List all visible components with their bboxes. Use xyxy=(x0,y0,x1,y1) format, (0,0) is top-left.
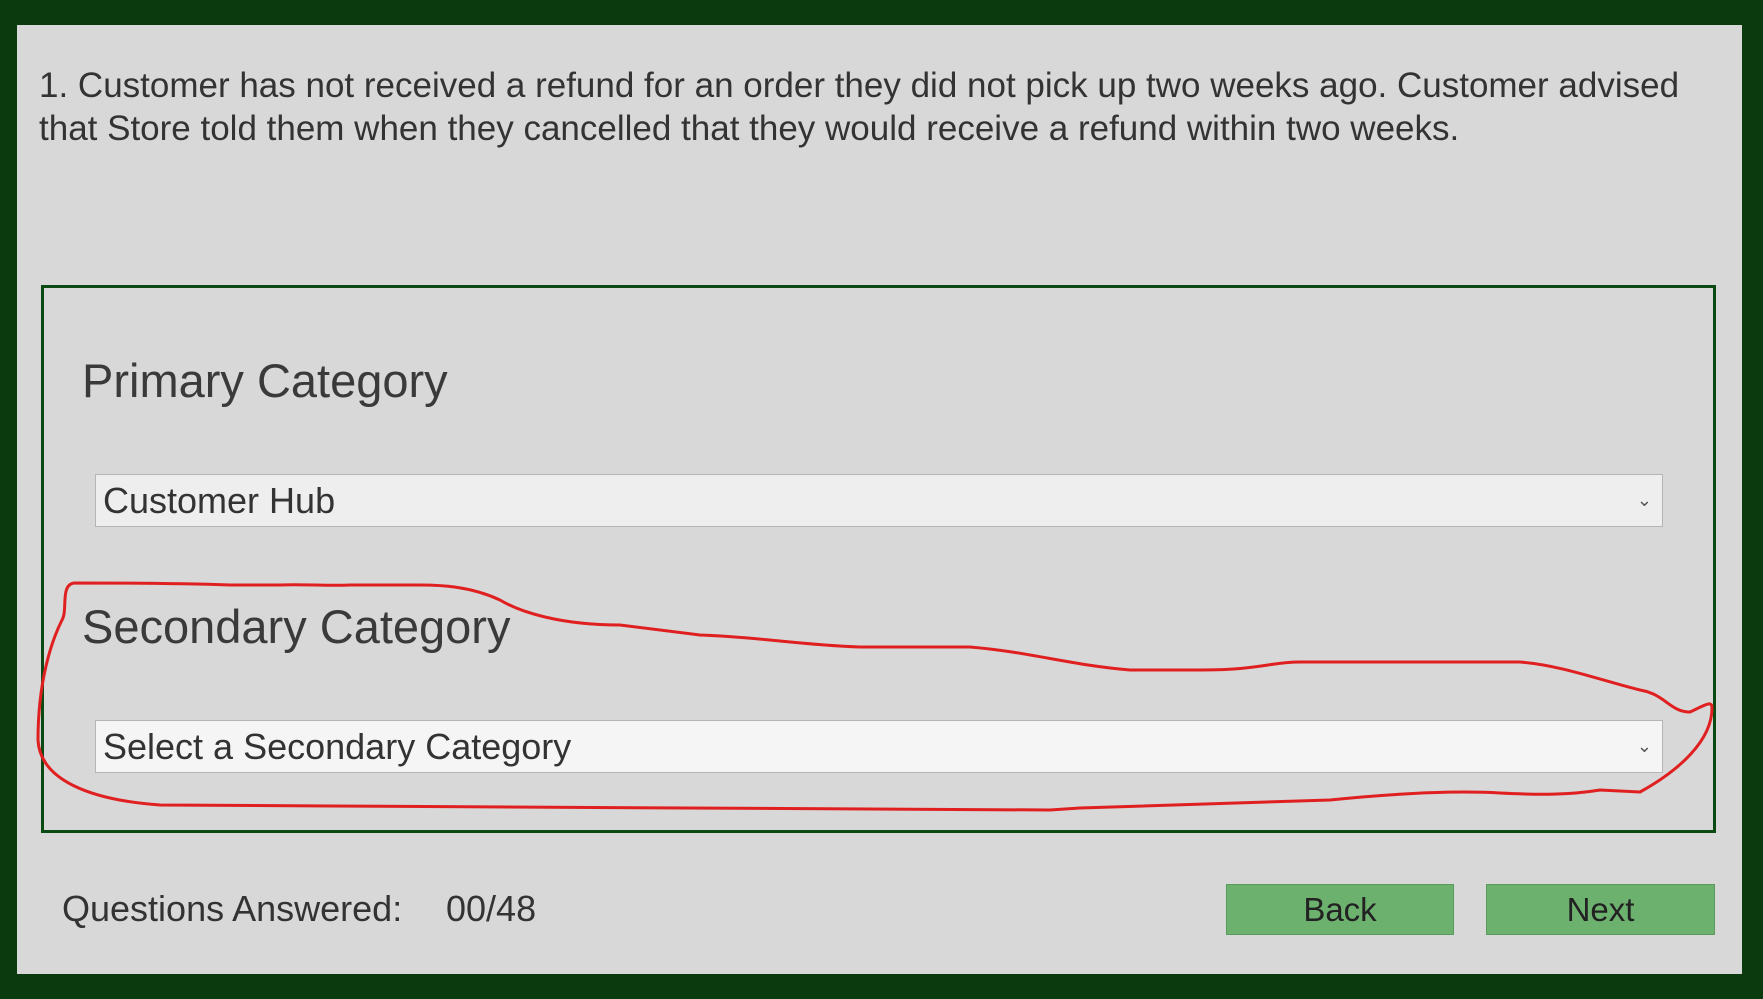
next-button[interactable]: Next xyxy=(1486,884,1715,935)
chevron-down-icon: ⌄ xyxy=(1636,490,1652,510)
secondary-category-select[interactable]: Select a Secondary Category ⌄ xyxy=(95,720,1663,773)
back-button[interactable]: Back xyxy=(1226,884,1454,935)
question-text: 1. Customer has not received a refund fo… xyxy=(39,66,1680,148)
questions-answered-count: 00/48 xyxy=(446,888,537,929)
chevron-down-icon: ⌄ xyxy=(1636,736,1652,756)
secondary-category-heading: Secondary Category xyxy=(82,600,511,653)
questions-answered-label: Questions Answered: xyxy=(62,888,403,929)
primary-category-select[interactable]: Customer Hub ⌄ xyxy=(95,474,1663,527)
secondary-category-value: Select a Secondary Category xyxy=(103,726,572,767)
primary-category-heading: Primary Category xyxy=(82,354,448,407)
primary-category-value: Customer Hub xyxy=(103,480,336,521)
